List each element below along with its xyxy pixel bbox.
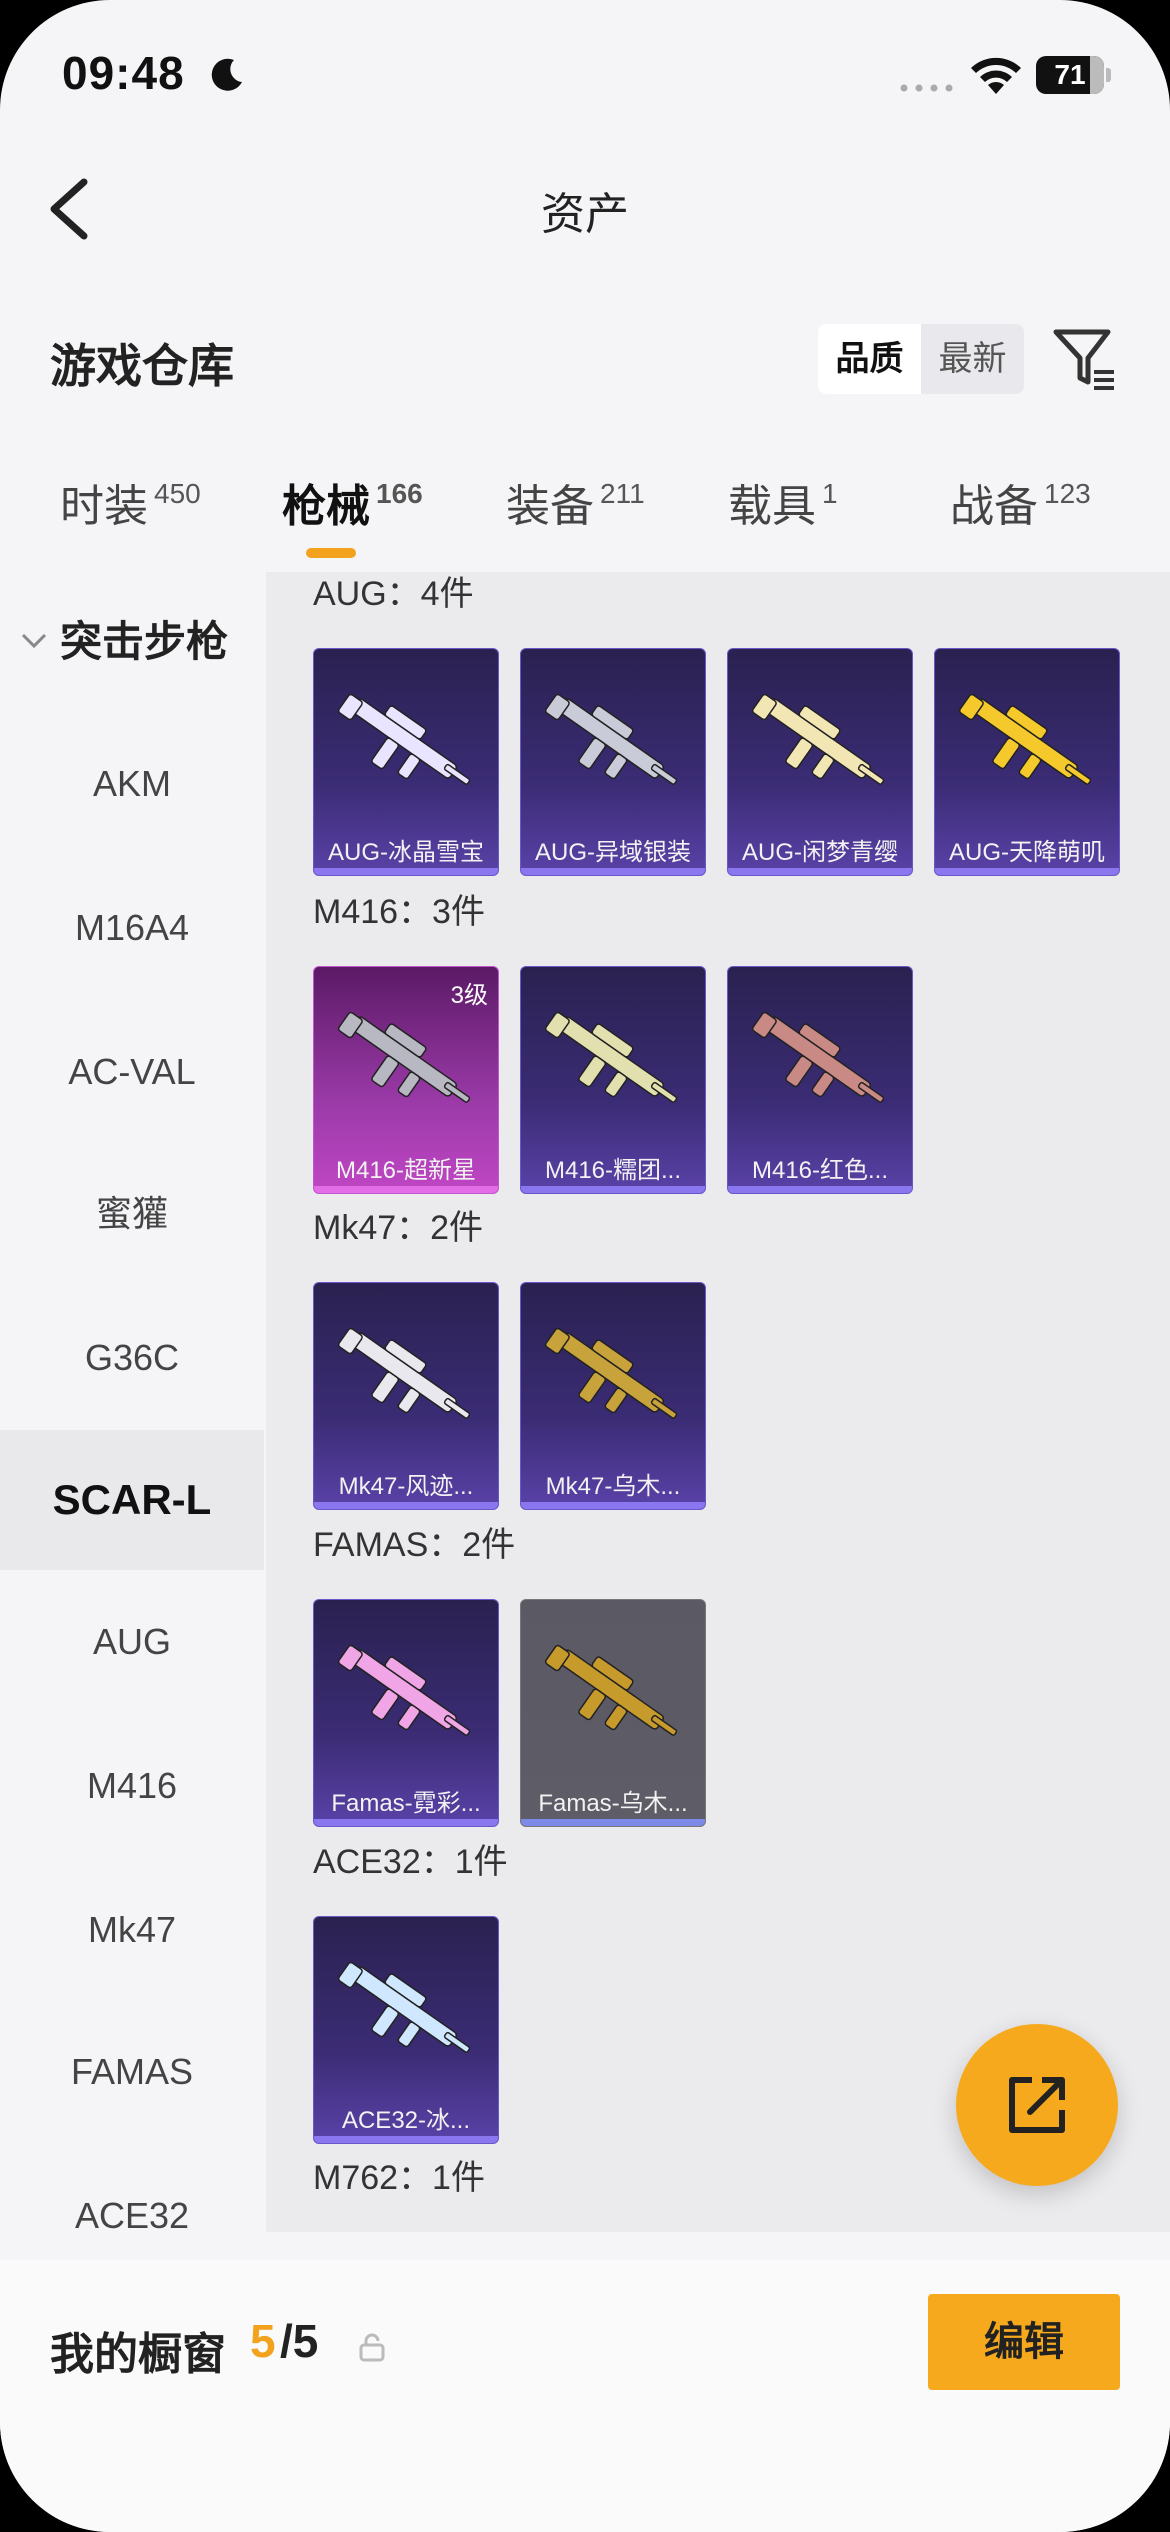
tab-underline xyxy=(306,548,356,558)
weapon-name: AUG-异域银装 xyxy=(535,839,691,866)
sidebar-category[interactable]: 突击步枪 xyxy=(0,572,264,712)
share-icon xyxy=(1009,2077,1065,2133)
sidebar-item-honey-badger[interactable]: 蜜獾 xyxy=(0,1144,264,1284)
sidebar-item-scar-l[interactable]: SCAR-L xyxy=(0,1430,264,1570)
tab-weapons[interactable]: 枪械 166 xyxy=(282,470,423,534)
tab-equipment[interactable]: 装备 211 xyxy=(506,470,645,534)
rifle-icon xyxy=(544,693,678,785)
rarity-bar xyxy=(521,868,705,875)
tab-supplies[interactable]: 战备 123 xyxy=(950,470,1091,534)
weapon-name: Mk47-风迹... xyxy=(338,1473,474,1500)
rifle-icon xyxy=(337,1961,471,2053)
group-title: M762：1件 xyxy=(313,2159,485,2197)
rarity-bar xyxy=(728,868,912,875)
rarity-bar xyxy=(314,1186,498,1193)
sort-quality-button[interactable]: 品质 xyxy=(818,324,921,394)
weapon-card[interactable]: AUG-闲梦青缨 xyxy=(727,648,913,876)
weapon-grid: AUG：4件 AUG-冰晶雪宝 AUG-异域银装 AUG-闲梦青缨 AUG-天降萌叽 M4… xyxy=(266,572,1170,2232)
weapon-name: AUG-冰晶雪宝 xyxy=(328,839,484,866)
rarity-bar xyxy=(314,1819,498,1826)
signal-dots-icon xyxy=(900,84,953,92)
weapon-sidebar: 突击步枪 AKM M16A4 AC-VAL 蜜獾 G36C SCAR-L AUG… xyxy=(0,572,264,2232)
status-time: 09:48 xyxy=(62,47,185,99)
group-title: FAMAS：2件 xyxy=(313,1526,516,1564)
weapon-card[interactable]: ACE32-冰... xyxy=(313,1916,499,2144)
rarity-bar xyxy=(314,2136,498,2143)
sidebar-item-famas[interactable]: FAMAS xyxy=(0,2002,264,2142)
rifle-icon xyxy=(337,1011,471,1103)
group-title: AUG：4件 xyxy=(313,575,474,613)
rifle-icon xyxy=(544,1644,678,1736)
tab-vehicles[interactable]: 载具 1 xyxy=(728,470,838,534)
weapon-name: M416-糯团... xyxy=(544,1157,682,1184)
filter-icon[interactable] xyxy=(1052,326,1118,392)
weapon-name: M416-超新星 xyxy=(335,1157,477,1184)
rarity-bar xyxy=(314,868,498,875)
showcase-label: 我的橱窗 xyxy=(50,2330,226,2379)
moon-icon xyxy=(211,58,242,91)
phone-screen: 09:48 71 资产 游戏仓库 品质 最新 时装 450 枪械 166 装备 … xyxy=(0,0,1170,2532)
group-title: ACE32：1件 xyxy=(313,1843,508,1881)
weapon-name: Mk47-乌木... xyxy=(545,1473,681,1500)
rarity-bar xyxy=(314,1502,498,1509)
sidebar-item-g36c[interactable]: G36C xyxy=(0,1288,264,1428)
rifle-icon xyxy=(544,1327,678,1419)
page-title: 资产 xyxy=(541,190,629,239)
weapon-card[interactable]: AUG-天降萌叽 xyxy=(934,648,1120,876)
weapon-card[interactable]: AUG-冰晶雪宝 xyxy=(313,648,499,876)
weapon-card[interactable]: Famas-乌木... xyxy=(520,1599,706,1827)
battery-level: 71 xyxy=(1036,56,1104,94)
weapon-name: Famas-霓彩... xyxy=(331,1790,481,1817)
sidebar-item-aug[interactable]: AUG xyxy=(0,1572,264,1712)
sidebar-item-ac-val[interactable]: AC-VAL xyxy=(0,1002,264,1142)
rifle-icon xyxy=(751,693,885,785)
weapon-card[interactable]: AUG-异域银装 xyxy=(520,648,706,876)
rarity-bar xyxy=(521,1819,705,1826)
weapon-card[interactable]: 3级 M416-超新星 xyxy=(313,966,499,1194)
status-bar: 09:48 71 xyxy=(0,0,1170,150)
rarity-bar xyxy=(935,868,1119,875)
sidebar-item-mk47[interactable]: Mk47 xyxy=(0,1860,264,2000)
weapon-name: M416-红色... xyxy=(751,1157,889,1184)
rifle-icon xyxy=(751,1011,885,1103)
rifle-icon xyxy=(337,693,471,785)
weapon-card[interactable]: Famas-霓彩... xyxy=(313,1599,499,1827)
showcase-bar: 我的橱窗 5 /5 编辑 xyxy=(0,2260,1170,2532)
tab-fashion[interactable]: 时装 450 xyxy=(60,470,201,534)
sidebar-item-m16a4[interactable]: M16A4 xyxy=(0,858,264,998)
rifle-icon xyxy=(337,1327,471,1419)
rifle-icon xyxy=(337,1644,471,1736)
lock-icon xyxy=(359,2333,385,2362)
sidebar-item-akm[interactable]: AKM xyxy=(0,714,264,854)
group-title: M416：3件 xyxy=(313,893,485,931)
weapon-card[interactable]: Mk47-乌木... xyxy=(520,1282,706,1510)
share-button[interactable] xyxy=(956,2024,1118,2186)
level-badge: 3级 xyxy=(450,982,488,1009)
rarity-bar xyxy=(521,1186,705,1193)
showcase-total: /5 xyxy=(280,2315,319,2367)
warehouse-title: 游戏仓库 xyxy=(50,340,234,392)
category-tabs: 时装 450 枪械 166 装备 211 载具 1 战备 123 xyxy=(0,470,1170,560)
rarity-bar xyxy=(728,1186,912,1193)
sidebar-item-ace32[interactable]: ACE32 xyxy=(0,2146,264,2232)
battery-icon: 71 xyxy=(1036,56,1112,94)
group-title: Mk47：2件 xyxy=(313,1209,484,1247)
chevron-down-icon xyxy=(21,633,47,649)
sort-latest-button[interactable]: 最新 xyxy=(921,324,1024,394)
showcase-current: 5 xyxy=(250,2315,276,2367)
weapon-name: ACE32-冰... xyxy=(341,2107,471,2134)
edit-button[interactable]: 编辑 xyxy=(928,2294,1120,2390)
weapon-name: Famas-乌木... xyxy=(538,1790,688,1817)
weapon-name: AUG-天降萌叽 xyxy=(949,839,1105,866)
sidebar-item-m416[interactable]: M416 xyxy=(0,1716,264,1856)
sort-toggle: 品质 最新 xyxy=(818,324,1024,394)
rifle-icon xyxy=(544,1011,678,1103)
wifi-icon xyxy=(971,57,1021,94)
rarity-bar xyxy=(521,1502,705,1509)
weapon-card[interactable]: M416-红色... xyxy=(727,966,913,1194)
rifle-icon xyxy=(958,693,1092,785)
weapon-card[interactable]: Mk47-风迹... xyxy=(313,1282,499,1510)
weapon-card[interactable]: M416-糯团... xyxy=(520,966,706,1194)
weapon-name: AUG-闲梦青缨 xyxy=(742,839,898,866)
